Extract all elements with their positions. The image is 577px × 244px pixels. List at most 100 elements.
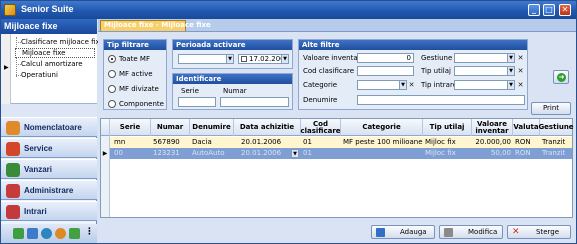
chevron-down-icon[interactable]: ▼ bbox=[291, 149, 299, 158]
print-button[interactable]: Print bbox=[531, 102, 571, 115]
tip-utilaj-select[interactable] bbox=[454, 66, 511, 76]
more-icon[interactable]: ⋮ bbox=[85, 227, 94, 237]
date-checkbox[interactable] bbox=[241, 56, 247, 62]
tip-intrare-label: Tip intrare bbox=[421, 81, 457, 89]
tree-item-clasificare[interactable]: Clasificare mijloace fixe bbox=[15, 37, 104, 47]
tree-item-mijloace-fixe[interactable]: Mijloace fixe bbox=[15, 48, 95, 58]
close-button[interactable]: ✕ bbox=[559, 4, 571, 16]
tree-item-operatiuni[interactable]: Operatiuni bbox=[15, 70, 95, 80]
cell-numar[interactable]: 123231 bbox=[151, 148, 190, 159]
identificare-group: Identificare Serie Numar bbox=[172, 73, 293, 110]
radio-mf-active[interactable] bbox=[108, 70, 116, 78]
group-title: Tip filtrare bbox=[104, 40, 166, 50]
radio-label: MF divizate bbox=[119, 85, 159, 93]
nav-vanzari[interactable]: Vanzari bbox=[1, 159, 97, 179]
cell-valoare[interactable]: 50,00 bbox=[472, 148, 513, 159]
cell-denumire[interactable]: AutoAuto bbox=[190, 148, 234, 159]
gestiune-select[interactable] bbox=[454, 53, 511, 63]
green-arrow-icon[interactable] bbox=[13, 228, 24, 239]
cell-tip-utilaj: Mijloc fix bbox=[425, 138, 456, 146]
nav-label: Nomenclatoare bbox=[24, 123, 82, 132]
globe-icon[interactable] bbox=[41, 228, 52, 239]
group-title: Alte filtre bbox=[299, 40, 527, 50]
cell-valuta: RON bbox=[515, 138, 531, 146]
tip-filtrare-group: Tip filtrare Toate MF MF active MF diviz… bbox=[103, 39, 167, 110]
tip-intrare-select[interactable] bbox=[454, 80, 511, 90]
categorie-select[interactable] bbox=[357, 80, 401, 90]
denumire-input[interactable] bbox=[357, 95, 525, 105]
column-header[interactable]: Data achizitie bbox=[234, 119, 301, 136]
table-row[interactable]: mn 567890 Dacia 20.01.2006 01 MF peste 1… bbox=[101, 137, 572, 148]
cell-tip-utilaj[interactable]: Mijloc fix bbox=[423, 148, 472, 159]
adauga-button[interactable]: Adauga bbox=[371, 225, 435, 239]
table-row[interactable]: ▶ 00 123231 AutoAuto 20.01.2006 ▼ 01 Mij… bbox=[101, 148, 572, 159]
app-window: Senior Suite _ □ ✕ Mijloace fixe ▶ Clasi… bbox=[0, 0, 577, 244]
chevron-down-icon[interactable]: ▼ bbox=[507, 66, 515, 76]
column-header[interactable]: Serie bbox=[110, 119, 151, 136]
chevron-down-icon[interactable]: ▼ bbox=[226, 54, 234, 64]
numar-input[interactable] bbox=[220, 97, 289, 107]
go-arrow-icon: ➜ bbox=[557, 73, 566, 82]
assets-grid: Serie Numar Denumire Data achizitie Cod … bbox=[100, 118, 574, 218]
column-header[interactable]: Categorie bbox=[341, 119, 423, 136]
blue-gear-icon[interactable] bbox=[27, 228, 38, 239]
valoare-inventar-input[interactable]: 0 bbox=[357, 53, 414, 63]
cell-gestiune[interactable]: Tranzit bbox=[540, 148, 572, 159]
radio-componente[interactable] bbox=[108, 100, 116, 108]
row-indicator bbox=[101, 137, 110, 148]
modifica-button[interactable]: Modifica bbox=[439, 225, 503, 239]
cell-numar: 567890 bbox=[153, 138, 180, 146]
wrench-icon bbox=[6, 142, 20, 156]
nav-administrare[interactable]: Administrare bbox=[1, 180, 97, 200]
document-tabs: Mijloace fixe - Mijloace fixe bbox=[98, 19, 576, 31]
nav-service[interactable]: Service bbox=[1, 138, 97, 158]
clear-categorie-icon[interactable]: ✕ bbox=[408, 80, 415, 90]
button-label: Modifica bbox=[468, 228, 498, 236]
cell-valoare: 20.000,00 bbox=[475, 138, 511, 146]
perioada-activare-group: Perioada activare ▼ 17.02.2006 ▼ bbox=[172, 39, 293, 69]
cod-clasificare-input[interactable] bbox=[357, 66, 414, 76]
group-title: Identificare bbox=[173, 74, 292, 84]
sterge-button[interactable]: ✕ Sterge bbox=[507, 225, 571, 239]
column-header[interactable]: Valoare inventar bbox=[472, 119, 513, 136]
cell-valuta[interactable]: RON bbox=[513, 148, 540, 159]
cell-categorie[interactable] bbox=[341, 148, 423, 159]
cell-cod[interactable]: 01 bbox=[301, 148, 341, 159]
column-header[interactable]: Gestiune bbox=[538, 119, 573, 136]
cell-data-achizitie: 20.01.2006 bbox=[241, 138, 282, 146]
box-icon bbox=[6, 205, 20, 219]
cell-serie[interactable]: 00 bbox=[112, 148, 151, 159]
nav-intrari[interactable]: Intrari bbox=[1, 201, 97, 221]
column-header[interactable]: Cod clasificare bbox=[300, 119, 341, 136]
column-header[interactable]: Tip utilaj bbox=[423, 119, 472, 136]
minimize-button[interactable]: _ bbox=[528, 4, 540, 16]
cell-cod: 01 bbox=[303, 138, 312, 146]
radio-toate-mf[interactable] bbox=[108, 55, 116, 63]
serie-input[interactable] bbox=[178, 97, 216, 107]
cell-serie: mn bbox=[114, 138, 126, 146]
cell-data-achizitie[interactable]: 20.01.2006 bbox=[239, 148, 291, 159]
tab-mijloace-fixe[interactable]: Mijloace fixe - Mijloace fixe bbox=[100, 20, 211, 31]
clear-tip-utilaj-icon[interactable]: ✕ bbox=[517, 66, 524, 76]
date-from-field[interactable] bbox=[178, 54, 230, 64]
column-header[interactable]: Valuta bbox=[513, 119, 540, 136]
chevron-down-icon[interactable]: ▼ bbox=[507, 80, 515, 90]
nav-nomenclatoare[interactable]: Nomenclatoare bbox=[1, 117, 97, 137]
radio-mf-divizate[interactable] bbox=[108, 85, 116, 93]
group-title: Perioada activare bbox=[173, 40, 292, 50]
clear-gestiune-icon[interactable]: ✕ bbox=[517, 53, 524, 63]
cart-icon bbox=[6, 163, 20, 177]
maximize-button[interactable]: □ bbox=[543, 4, 555, 16]
app-title: Senior Suite bbox=[21, 4, 74, 14]
column-header[interactable]: Denumire bbox=[190, 119, 234, 136]
green-box-icon[interactable] bbox=[69, 228, 80, 239]
refresh-button[interactable]: ➜ bbox=[553, 70, 569, 84]
orange-gear-icon[interactable] bbox=[55, 228, 66, 239]
tree-item-calcul-amortizare[interactable]: Calcul amortizare bbox=[15, 59, 95, 69]
chevron-down-icon[interactable]: ▼ bbox=[507, 53, 515, 63]
column-header[interactable]: Numar bbox=[151, 119, 190, 136]
chevron-down-icon[interactable]: ▼ bbox=[281, 54, 289, 64]
clear-tip-intrare-icon[interactable]: ✕ bbox=[517, 80, 524, 90]
chevron-down-icon[interactable]: ▼ bbox=[399, 80, 407, 90]
row-indicator-header bbox=[101, 119, 110, 136]
